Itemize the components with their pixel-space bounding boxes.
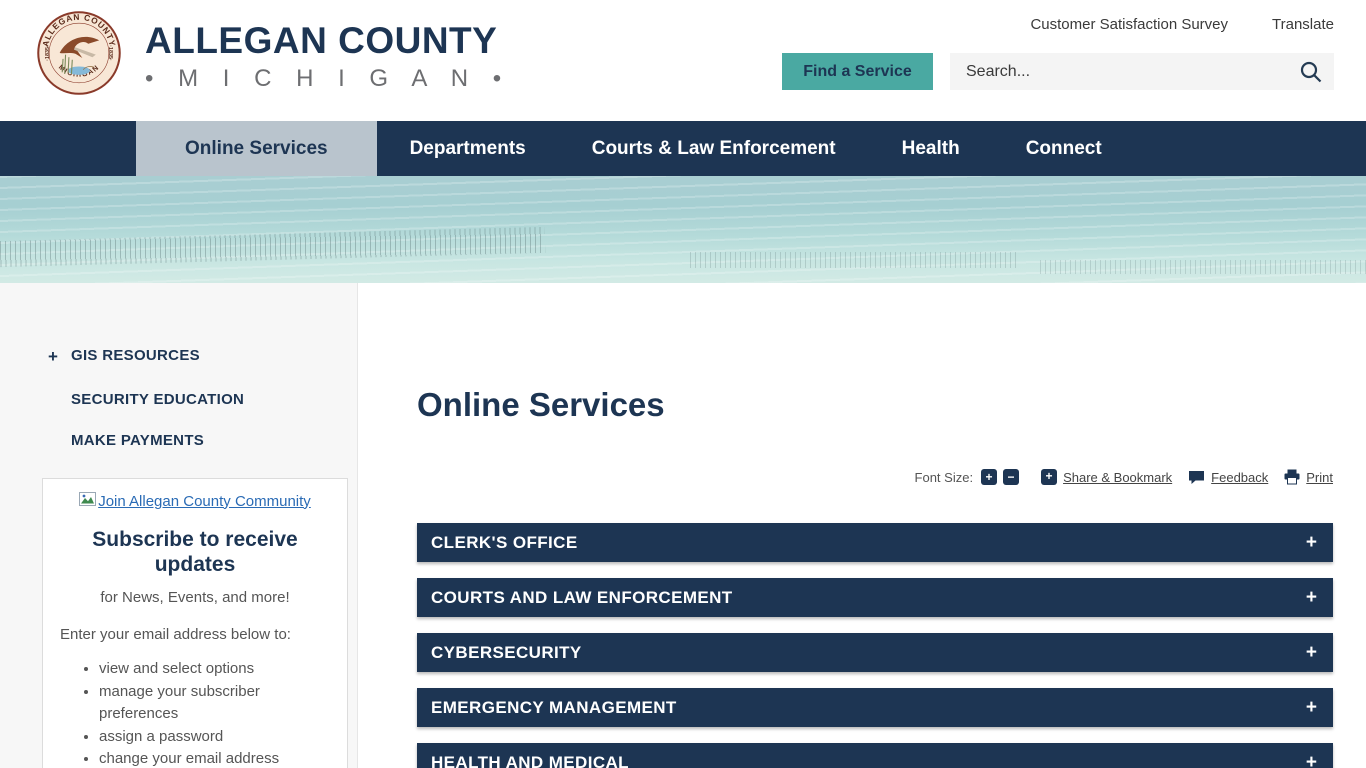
sidebar-item-label: MAKE PAYMENTS <box>71 432 205 449</box>
accordion-title: CYBERSECURITY <box>431 642 582 662</box>
list-item: manage your subscriber preferences <box>99 681 333 725</box>
page-content: + GIS RESOURCES SECURITY EDUCATION MAKE … <box>0 283 1366 768</box>
beach-fence-decoration <box>1040 260 1366 274</box>
search-input[interactable] <box>950 53 1334 90</box>
feedback-bubble-icon <box>1188 470 1205 485</box>
subscribe-intro: Enter your email address below to: <box>60 626 291 644</box>
seal-text-1835-left: ·1835· <box>45 45 51 61</box>
sidebar-item-gis-resources[interactable]: + GIS RESOURCES <box>48 347 357 367</box>
site-header: ALLEGAN COUNTY MICHIGAN ·1835· ·1835· AL… <box>0 0 1366 121</box>
accordion-health-and-medical[interactable]: HEALTH AND MEDICAL + <box>417 743 1333 768</box>
sidebar-navigation: + GIS RESOURCES SECURITY EDUCATION MAKE … <box>0 283 357 449</box>
main-navigation: Online Services Departments Courts & Law… <box>0 121 1366 176</box>
nav-item-health[interactable]: Health <box>869 121 993 176</box>
sidebar-item-security-education[interactable]: SECURITY EDUCATION <box>48 391 357 408</box>
nav-item-connect[interactable]: Connect <box>993 121 1135 176</box>
share-plus-icon: + <box>1041 469 1058 485</box>
print-group[interactable]: Print <box>1284 469 1333 485</box>
sidebar-item-label: SECURITY EDUCATION <box>71 391 245 408</box>
share-bookmark-link[interactable]: Share & Bookmark <box>1063 470 1172 485</box>
page-title: Online Services <box>417 386 665 423</box>
printer-icon <box>1284 469 1300 485</box>
accordion-expand-icon[interactable]: + <box>1306 753 1317 768</box>
accordion-title: CLERK'S OFFICE <box>431 532 578 552</box>
list-item: assign a password <box>99 726 333 748</box>
nav-item-courts-law-enforcement[interactable]: Courts & Law Enforcement <box>559 121 869 176</box>
site-search <box>950 53 1334 90</box>
accordion-expand-icon[interactable]: + <box>1306 533 1317 552</box>
font-size-decrease-button[interactable]: − <box>1003 469 1020 485</box>
list-item: view and select options <box>99 658 333 680</box>
nav-item-departments[interactable]: Departments <box>377 121 559 176</box>
list-item: change your email address <box>99 748 333 768</box>
sidebar-item-label: GIS RESOURCES <box>71 347 200 364</box>
accordion-title: HEALTH AND MEDICAL <box>431 752 629 768</box>
services-accordion-list: CLERK'S OFFICE + COURTS AND LAW ENFORCEM… <box>417 523 1333 768</box>
accordion-title: COURTS AND LAW ENFORCEMENT <box>431 587 733 607</box>
accordion-cybersecurity[interactable]: CYBERSECURITY + <box>417 633 1333 672</box>
expand-plus-icon[interactable]: + <box>48 347 71 367</box>
search-icon[interactable] <box>1298 59 1324 90</box>
customer-satisfaction-survey-link[interactable]: Customer Satisfaction Survey <box>1030 16 1228 33</box>
sidebar-item-make-payments[interactable]: MAKE PAYMENTS <box>48 432 357 449</box>
site-title: ALLEGAN COUNTY <box>145 20 498 61</box>
site-brand[interactable]: ALLEGAN COUNTY • M I C H I G A N • <box>145 20 511 93</box>
subscribe-title: Subscribe to receive updates <box>92 528 298 577</box>
join-community-link[interactable]: Join Allegan County Community <box>98 493 311 510</box>
beach-fence-decoration <box>690 252 1020 268</box>
seal-text-1835-right: ·1835· <box>107 45 113 61</box>
find-a-service-button[interactable]: Find a Service <box>782 53 933 90</box>
feedback-group[interactable]: Feedback <box>1188 470 1268 485</box>
accordion-emergency-management[interactable]: EMERGENCY MANAGEMENT + <box>417 688 1333 727</box>
utility-links: Customer Satisfaction Survey Translate <box>1030 16 1334 33</box>
accordion-expand-icon[interactable]: + <box>1306 643 1317 662</box>
accordion-expand-icon[interactable]: + <box>1306 698 1317 717</box>
site-subtitle: • M I C H I G A N • <box>145 64 511 92</box>
subscribe-benefits-list: view and select options manage your subs… <box>57 658 333 768</box>
county-seal-logo[interactable]: ALLEGAN COUNTY MICHIGAN ·1835· ·1835· <box>37 11 121 95</box>
beach-fence-decoration <box>0 226 546 268</box>
feedback-link[interactable]: Feedback <box>1211 470 1268 485</box>
nav-item-online-services[interactable]: Online Services <box>136 121 377 176</box>
font-size-increase-button[interactable]: + <box>981 469 998 485</box>
left-sidebar: + GIS RESOURCES SECURITY EDUCATION MAKE … <box>0 283 358 768</box>
main-content: Online Services Font Size: + − + Share &… <box>358 283 1366 768</box>
accordion-courts-and-law-enforcement[interactable]: COURTS AND LAW ENFORCEMENT + <box>417 578 1333 617</box>
hero-beach-image <box>0 176 1366 283</box>
translate-link[interactable]: Translate <box>1272 16 1334 33</box>
subscribe-widget: Join Allegan County Community Subscribe … <box>42 478 348 768</box>
print-link[interactable]: Print <box>1306 470 1333 485</box>
accordion-clerks-office[interactable]: CLERK'S OFFICE + <box>417 523 1333 562</box>
join-community-row: Join Allegan County Community <box>57 492 333 510</box>
accordion-expand-icon[interactable]: + <box>1306 588 1317 607</box>
accordion-title: EMERGENCY MANAGEMENT <box>431 697 677 717</box>
broken-image-icon <box>79 492 97 510</box>
share-bookmark-group[interactable]: + Share & Bookmark <box>1041 469 1172 485</box>
subscribe-subtitle: for News, Events, and more! <box>100 589 290 607</box>
page-toolbar: Font Size: + − + Share & Bookmark Feedba… <box>915 469 1333 485</box>
font-size-label: Font Size: <box>914 469 974 485</box>
